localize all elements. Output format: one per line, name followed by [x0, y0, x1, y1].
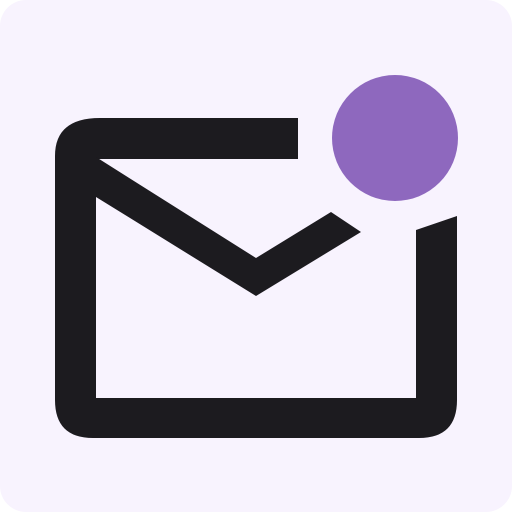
notification-dot-icon [332, 75, 458, 201]
mail-notification-icon [0, 0, 512, 512]
mail-notification-svg [0, 0, 512, 512]
